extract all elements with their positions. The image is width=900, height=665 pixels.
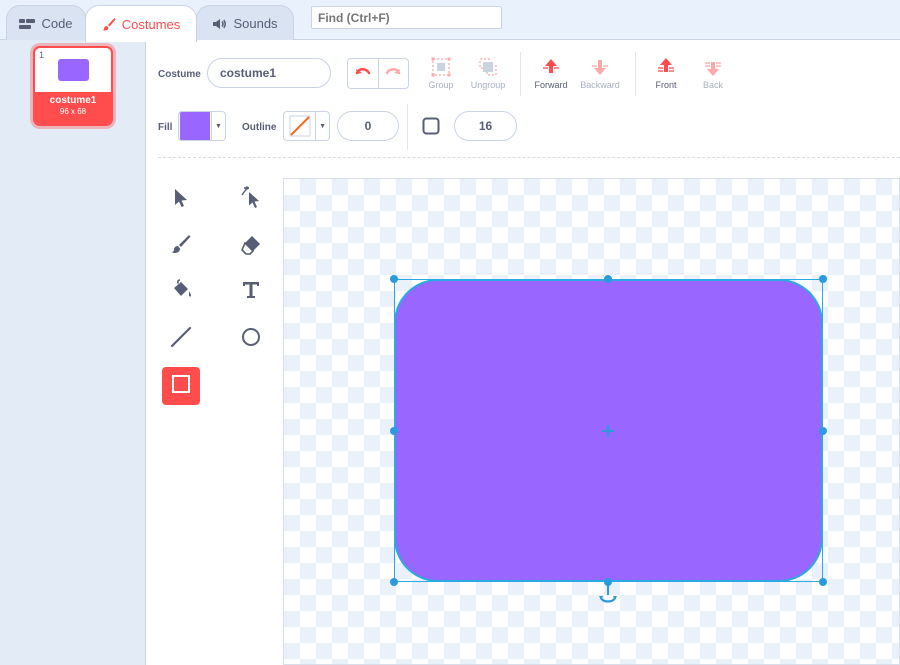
toolbar-divider-line [158,157,900,158]
costume-card-label: costume1 96 x 68 [35,92,111,124]
corner-radius-value: 16 [478,119,493,133]
ungroup-icon [458,56,518,78]
brush-tool-icon [170,233,192,260]
backward-label: Backward [580,80,620,90]
toolbar-divider [407,104,408,150]
outline-label: Outline [242,122,277,133]
tool-rectangle[interactable] [162,367,200,405]
rectangle-icon [170,373,192,400]
no-outline-icon [284,112,315,140]
arrow-pointer-icon [172,188,190,213]
corner-radius-input[interactable]: 16 [454,111,517,141]
tool-text[interactable] [232,273,270,311]
paint-canvas[interactable] [283,178,900,665]
text-t-icon [241,280,261,305]
chevron-down-icon: ▼ [315,112,329,140]
chevron-down-icon: ▼ [211,112,225,140]
fill-swatch [179,112,211,140]
tool-fill[interactable] [162,273,200,311]
outline-width-value: 0 [364,119,372,133]
resize-handle-top[interactable] [604,275,612,283]
code-icon [19,18,36,30]
costume-card-size: 96 x 68 [59,107,87,116]
outline-width-input[interactable]: 0 [337,111,399,141]
back-button[interactable]: Back [683,56,743,90]
rotate-handle-icon[interactable] [598,584,618,609]
reshape-pointer-icon [240,185,262,215]
tool-reshape[interactable] [232,181,270,219]
ungroup-label: Ungroup [470,80,506,90]
resize-handle-right[interactable] [819,427,827,435]
redo-icon [385,65,401,83]
fill-color-picker[interactable]: ▼ [178,111,226,141]
costume-thumbnail [58,59,89,81]
tab-costumes-label: Costumes [121,16,181,32]
group-label: Group [428,80,454,90]
undo-button[interactable] [348,59,378,88]
top-tab-bar: Code Costumes Sounds [0,0,900,42]
tool-circle[interactable] [232,320,270,358]
tab-sounds-label: Sounds [233,16,278,31]
brush-icon [102,17,116,31]
tab-code[interactable]: Code [6,5,86,41]
tool-eraser[interactable] [232,227,270,265]
costume-name-label: Costume [158,69,201,80]
undo-redo-group [347,58,409,89]
circle-icon [240,326,262,353]
costume-list-sidebar: 1 costume1 96 x 68 [0,40,146,665]
forward-label: Forward [534,80,568,90]
tab-code-label: Code [41,16,73,31]
paint-editor: Costume costume1 Group Ungroup Forward B… [146,40,900,665]
resize-handle-top-left[interactable] [390,275,398,283]
costume-name-input[interactable]: costume1 [207,58,331,88]
ungroup-button[interactable]: Ungroup [458,56,518,90]
backward-icon [570,56,630,78]
paint-bucket-icon [169,278,193,307]
fill-label: Fill [158,122,173,133]
tool-brush[interactable] [162,227,200,265]
line-icon [170,326,192,353]
resize-handle-bottom-left[interactable] [390,578,398,586]
costume-card[interactable]: 1 costume1 96 x 68 [33,46,113,126]
undo-icon [355,65,371,83]
costume-card-name: costume1 [49,95,97,106]
find-input[interactable] [311,6,502,29]
front-label: Front [655,80,677,90]
speaker-icon [212,18,227,30]
costume-name-value: costume1 [220,66,277,80]
backward-button[interactable]: Backward [570,56,630,90]
outline-color-picker[interactable]: ▼ [283,111,330,141]
square-icon [422,117,440,140]
tool-select[interactable] [162,181,200,219]
resize-handle-bottom-right[interactable] [819,578,827,586]
back-label: Back [702,80,723,90]
tab-costumes[interactable]: Costumes [85,5,197,42]
tab-sounds[interactable]: Sounds [196,5,294,41]
resize-handle-top-right[interactable] [819,275,827,283]
costume-index: 1 [39,50,45,60]
back-icon [683,56,743,78]
resize-handle-left[interactable] [390,427,398,435]
center-crosshair-icon [601,424,615,443]
redo-button[interactable] [377,59,409,88]
eraser-icon [240,233,262,260]
tool-line[interactable] [162,320,200,358]
